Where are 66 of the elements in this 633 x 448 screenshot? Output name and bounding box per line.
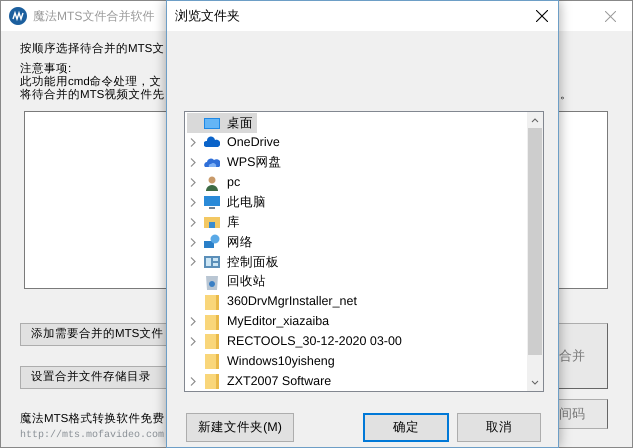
tree-item[interactable]: RECTOOLS_30-12-2020 03-00 bbox=[187, 331, 406, 352]
folder-icon bbox=[204, 353, 220, 370]
tree-item[interactable]: ZXT2007 Software bbox=[187, 371, 336, 392]
window-title: 魔法MTS文件合并软件 bbox=[33, 8, 154, 25]
note-text: 。 bbox=[560, 89, 572, 102]
tree-item[interactable]: 桌面 bbox=[187, 113, 257, 133]
scroll-thumb[interactable] bbox=[528, 128, 542, 355]
dialog-button[interactable]: 确定 bbox=[363, 413, 449, 442]
tree-item[interactable]: pc bbox=[187, 172, 244, 192]
action-button[interactable]: 添加需要合并的MTS文件 bbox=[20, 323, 168, 346]
dialog-title: 浏览文件夹 bbox=[175, 7, 240, 26]
close-icon[interactable] bbox=[536, 10, 548, 22]
tree-item[interactable]: 360DrvMgrInstaller_net bbox=[187, 292, 361, 312]
scrollbar[interactable] bbox=[527, 112, 543, 391]
chevron-icon[interactable] bbox=[190, 178, 197, 187]
tree-label: 360DrvMgrInstaller_net bbox=[227, 293, 357, 310]
dialog-button[interactable]: 新建文件夹(M) bbox=[186, 413, 294, 442]
tree-label: 网络 bbox=[227, 234, 253, 251]
instruction-text: 按顺序选择待合并的MTS文 bbox=[20, 41, 166, 57]
tree-label: 回收站 bbox=[227, 273, 266, 290]
tree-label: 此电脑 bbox=[227, 194, 266, 211]
tree-item[interactable]: WPS网盘 bbox=[187, 152, 286, 173]
tree-item[interactable]: 此电脑 bbox=[187, 192, 270, 212]
tree-label: ZXT2007 Software bbox=[227, 372, 332, 390]
chevron-icon[interactable] bbox=[190, 317, 197, 326]
app-logo-icon bbox=[9, 7, 27, 25]
user-icon bbox=[204, 174, 220, 190]
tree-item[interactable]: 回收站 bbox=[187, 272, 270, 292]
tree-item[interactable]: 控制面板 bbox=[187, 252, 283, 272]
tree-item[interactable]: 网络 bbox=[187, 232, 257, 252]
folder-icon bbox=[204, 294, 220, 310]
chevron-icon[interactable] bbox=[190, 376, 197, 386]
tree-label: Windows10yisheng bbox=[227, 352, 335, 370]
recycle-bin-icon bbox=[204, 274, 220, 290]
action-button[interactable]: 设置合并文件存储目录 bbox=[20, 366, 168, 389]
tree-label: 控制面板 bbox=[227, 254, 279, 271]
notes-title: 注意事项: bbox=[20, 63, 72, 76]
tree-item[interactable]: MyEditor_xiazaiba bbox=[187, 312, 334, 332]
chevron-icon[interactable] bbox=[190, 218, 197, 227]
tree-item[interactable]: Windows10yisheng bbox=[187, 351, 339, 372]
tree-label: OneDrive bbox=[227, 134, 280, 152]
chevron-icon[interactable] bbox=[190, 198, 197, 207]
folder-icon bbox=[204, 333, 220, 350]
chevron-icon[interactable] bbox=[190, 158, 197, 168]
chevron-icon[interactable] bbox=[190, 238, 197, 247]
tree-label: 桌面 bbox=[227, 114, 253, 132]
footer-text: 魔法MTS格式转换软件免费 bbox=[20, 411, 166, 427]
tree-label: WPS网盘 bbox=[227, 154, 282, 172]
note-text: 将待合并的MTS视频文件先 bbox=[20, 89, 164, 102]
chevron-icon[interactable] bbox=[190, 257, 197, 266]
chevron-icon[interactable] bbox=[190, 138, 197, 148]
tree-label: pc bbox=[227, 174, 240, 192]
dialog-button[interactable]: 取消 bbox=[457, 413, 541, 442]
network-icon bbox=[204, 234, 220, 250]
note-text: 此功能用cmd命令处理，文 bbox=[20, 76, 163, 88]
tree-label: MyEditor_xiazaiba bbox=[227, 313, 330, 330]
folder-icon bbox=[204, 314, 220, 330]
control-panel-icon bbox=[204, 254, 220, 270]
tree-label: RECTOOLS_30-12-2020 03-00 bbox=[227, 333, 402, 350]
library-icon bbox=[204, 214, 220, 230]
monitor-icon bbox=[204, 194, 220, 210]
tree-label: 库 bbox=[227, 214, 240, 231]
tree-item[interactable]: 库 bbox=[187, 212, 244, 232]
folder-icon bbox=[204, 373, 220, 390]
tree-item[interactable]: OneDrive bbox=[187, 132, 284, 153]
chevron-icon[interactable] bbox=[190, 336, 197, 346]
